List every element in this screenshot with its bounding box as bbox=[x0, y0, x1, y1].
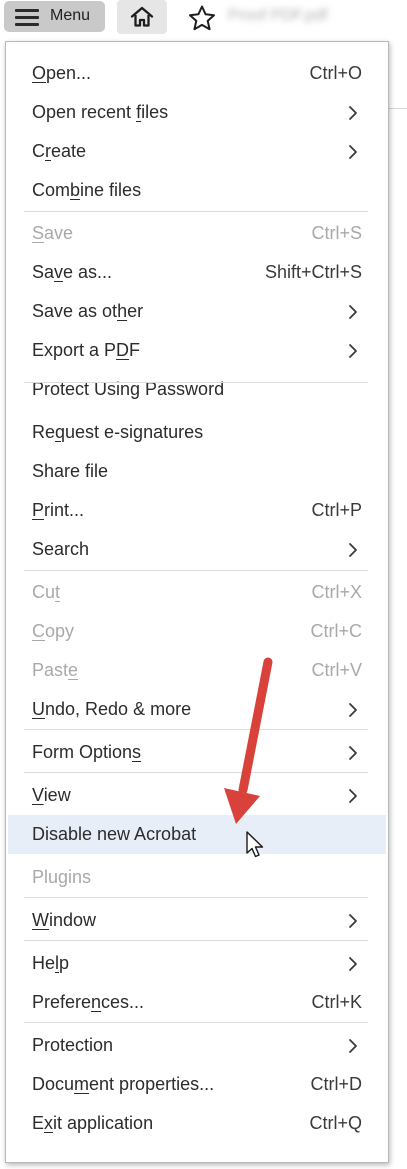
annotation-arrow bbox=[224, 657, 273, 824]
mouse-cursor-icon bbox=[246, 831, 264, 858]
